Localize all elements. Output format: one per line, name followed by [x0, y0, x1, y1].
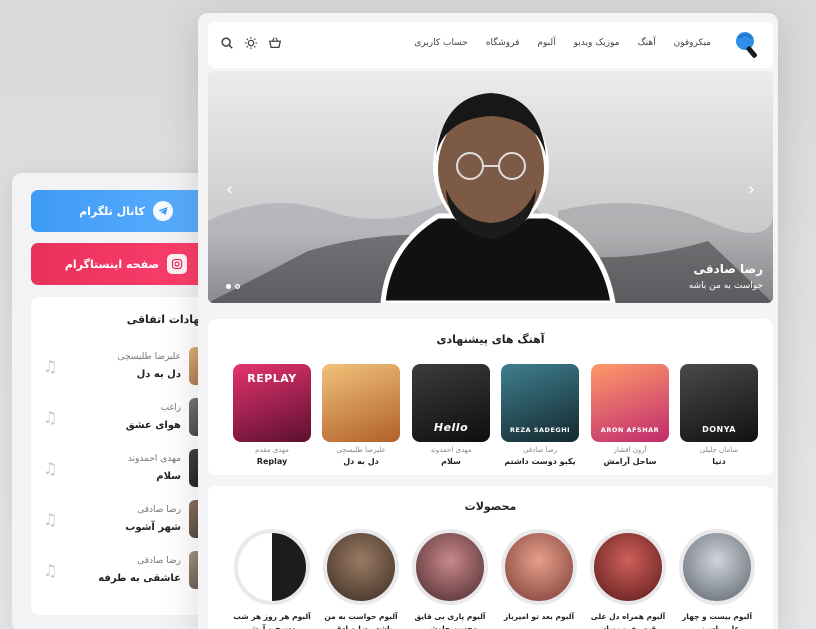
search-icon[interactable] — [220, 36, 234, 50]
slider-dot[interactable] — [226, 284, 231, 289]
suggestion-title: هوای عشق — [125, 420, 181, 431]
song-cover: DONYA — [680, 364, 758, 442]
nav-account[interactable]: حساب کاربری — [414, 38, 468, 48]
product-card[interactable]: آلبوم همراه دل علی قیصری و پویان کاظمیان — [586, 529, 670, 629]
cover-text: REZA SADEGHI — [509, 426, 571, 434]
slider-dot[interactable] — [235, 284, 240, 289]
song-artist: سامان جلیلی — [699, 446, 739, 454]
hero-prev-arrow-icon[interactable]: ‹ — [226, 179, 233, 200]
suggestion-artist: راغب — [160, 403, 181, 413]
music-note-icon[interactable]: ♫ — [43, 510, 57, 529]
song-title: دل به دل — [343, 457, 379, 466]
song-title: دنیا — [712, 457, 726, 466]
song-card[interactable]: ARON AFSHAR آرون افشار ساحل آرامش — [591, 364, 669, 466]
song-cover — [322, 364, 400, 442]
product-card[interactable]: آلبوم حواست به من باشه رضا صادقی — [319, 529, 403, 629]
song-artist: آرون افشار — [613, 446, 647, 454]
hero-caption: رضا صادقی حواست به من باشه — [689, 262, 763, 291]
hero-artist: رضا صادقی — [693, 262, 763, 276]
cover-text: DONYA — [702, 425, 736, 434]
products-title: محصولات — [464, 500, 517, 513]
instagram-label: صفحه اینستاگرام — [64, 257, 160, 271]
suggestion-title: دل به دل — [136, 369, 181, 380]
basket-icon[interactable] — [268, 36, 282, 50]
music-note-icon[interactable]: ♫ — [43, 561, 57, 580]
suggestion-artist: علیرضا طلیسچی — [117, 352, 181, 362]
song-card[interactable]: REPLAY مهدی مقدم Replay — [233, 364, 311, 466]
product-cover — [679, 529, 755, 605]
product-title: آلبوم پاری بی قایق محسن چاوشی — [414, 612, 486, 629]
song-title: Replay — [256, 457, 288, 466]
cover-text: ARON AFSHAR — [600, 426, 660, 434]
hero-slider[interactable]: ‹ › رضا صادقی حواست به من باشه — [208, 71, 773, 303]
product-card[interactable]: آلبوم بعد تو امیرباز — [497, 529, 581, 623]
song-artist: علیرضا طلیسچی — [336, 446, 386, 454]
suggestion-artist: رضا صادقی — [137, 505, 181, 515]
song-artist: رضا صادقی — [522, 446, 558, 454]
recommended-songs-section: آهنگ های پیشنهادی REPLAY مهدی مقدم Repla… — [208, 319, 773, 475]
music-note-icon[interactable]: ♫ — [43, 357, 57, 376]
music-note-icon[interactable]: ♫ — [43, 459, 57, 478]
suggestion-title: عاشقی به طرفه — [98, 573, 181, 584]
product-cover — [501, 529, 577, 605]
product-card[interactable]: آلبوم بیست و چهار علی یاسینی — [675, 529, 759, 629]
nav-music-video[interactable]: موزیک ویدیو — [574, 38, 620, 48]
suggestion-artist: مهدی احمدوند — [127, 454, 181, 464]
nav-album[interactable]: آلبوم — [537, 38, 555, 48]
hero-subtitle: حواست به من باشه — [688, 281, 763, 291]
song-cover: Hello — [412, 364, 490, 442]
telegram-icon — [152, 201, 173, 221]
product-cover — [234, 529, 310, 605]
song-cover: REZA SADEGHI — [501, 364, 579, 442]
suggestion-title: شهر آشوب — [125, 522, 181, 533]
product-title: آلبوم بعد تو امیرباز — [503, 612, 575, 621]
main-window: میکروفون آهنگ موزیک ویدیو آلبوم فروشگاه … — [198, 13, 778, 629]
product-card[interactable]: آلبوم هر روز هر شب مسیح و آرش — [230, 529, 314, 629]
nav-microphone[interactable]: میکروفون — [674, 38, 711, 48]
recommended-title: آهنگ های پیشنهادی — [436, 333, 545, 346]
song-title: یکبو دوست داشتم — [504, 457, 576, 466]
header-icons — [220, 36, 282, 50]
products-section: محصولات آلبوم هر روز هر شب مسیح و آرش آل… — [208, 486, 773, 629]
suggestion-artist: رضا صادقی — [137, 556, 181, 566]
nav-songs[interactable]: آهنگ — [638, 38, 656, 48]
instagram-icon — [167, 254, 188, 274]
microphone-logo-icon[interactable] — [731, 28, 765, 62]
song-card[interactable]: REZA SADEGHI رضا صادقی یکبو دوست داشتم — [501, 364, 579, 466]
song-artist: مهدی مقدم — [255, 446, 289, 454]
song-title: سلام — [441, 457, 461, 466]
product-title: آلبوم بیست و چهار علی یاسینی — [681, 612, 753, 629]
song-card[interactable]: Hello مهدی احمدوند سلام — [412, 364, 490, 466]
hero-next-arrow-icon[interactable]: › — [748, 179, 755, 200]
song-cover: REPLAY — [233, 364, 311, 442]
main-nav: میکروفون آهنگ موزیک ویدیو آلبوم فروشگاه … — [414, 38, 711, 48]
product-title: آلبوم همراه دل علی قیصری و پویان کاظمیان — [590, 612, 666, 629]
song-cover: ARON AFSHAR — [591, 364, 669, 442]
slider-dots — [226, 284, 240, 289]
song-card[interactable]: علیرضا طلیسچی دل به دل — [322, 364, 400, 466]
site-header: میکروفون آهنگ موزیک ویدیو آلبوم فروشگاه … — [208, 22, 773, 68]
song-card[interactable]: DONYA سامان جلیلی دنیا — [680, 364, 758, 466]
product-cover — [412, 529, 488, 605]
song-artist: مهدی احمدوند — [430, 446, 472, 454]
product-title: آلبوم حواست به من باشه رضا صادقی — [324, 612, 398, 629]
instagram-page-button[interactable]: صفحه اینستاگرام — [31, 243, 221, 285]
music-note-icon[interactable]: ♫ — [43, 408, 57, 427]
telegram-channel-button[interactable]: کانال تلگرام — [31, 190, 221, 232]
suggestion-title: سلام — [156, 471, 181, 482]
product-cover — [323, 529, 399, 605]
sun-icon[interactable] — [244, 36, 258, 50]
product-cover — [590, 529, 666, 605]
product-title: آلبوم هر روز هر شب مسیح و آرش — [233, 612, 311, 629]
telegram-label: کانال تلگرام — [79, 204, 145, 218]
nav-shop[interactable]: فروشگاه — [486, 38, 520, 48]
song-title: ساحل آرامش — [603, 457, 657, 466]
product-card[interactable]: آلبوم پاری بی قایق محسن چاوشی — [408, 529, 492, 629]
cover-text: Hello — [433, 421, 469, 434]
cover-text: REPLAY — [247, 372, 297, 385]
